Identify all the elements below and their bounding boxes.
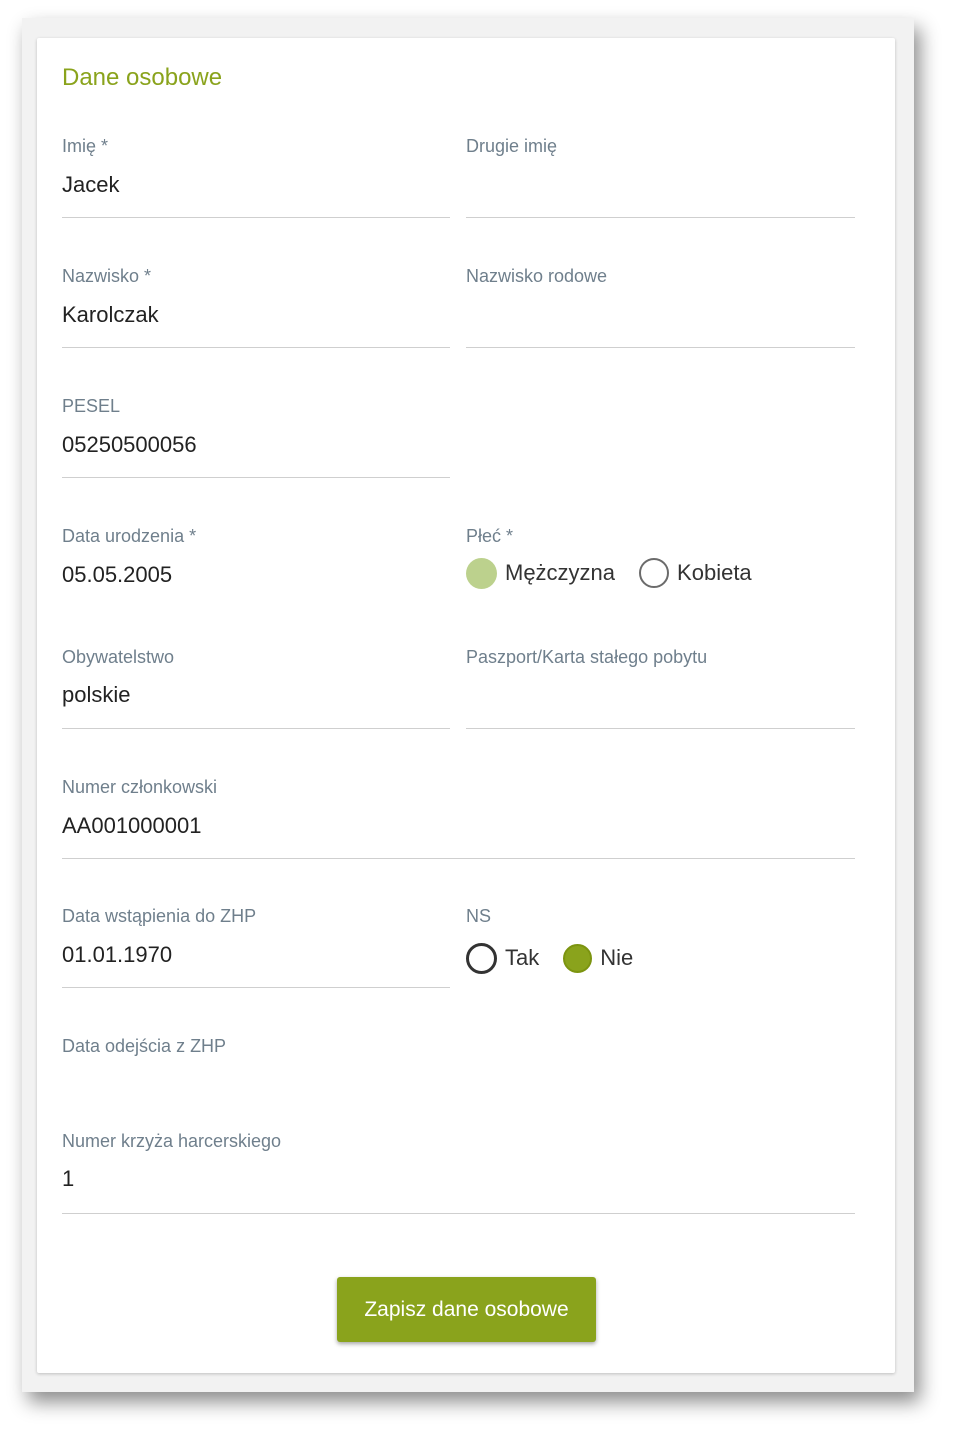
radio-checked-icon[interactable] <box>563 943 593 973</box>
leave-date-label: Data odejścia z ZHP <box>62 1036 227 1056</box>
ns-option-no[interactable]: Nie <box>563 943 633 973</box>
last-name-underline <box>62 347 450 348</box>
ns-option-no-label[interactable]: Nie <box>600 945 633 971</box>
member-number-label: Numer członkowski <box>62 777 218 797</box>
join-date-underline <box>62 987 450 988</box>
last-name-value[interactable]: Karolczak <box>62 302 159 328</box>
gender-option-female[interactable]: Kobieta <box>639 558 752 588</box>
join-date-label: Data wstąpienia do ZHP <box>62 906 257 926</box>
second-name-underline <box>466 217 855 218</box>
radio-checked-icon[interactable] <box>466 557 497 589</box>
pesel-label: PESEL <box>62 396 121 416</box>
passport-label: Paszport/Karta stałego pobytu <box>466 647 708 667</box>
birth-date-value[interactable]: 05.05.2005 <box>62 562 172 588</box>
radio-unchecked-icon[interactable] <box>466 942 497 974</box>
gender-field: Płeć * Mężczyzna Kobieta <box>466 526 855 606</box>
join-date-value[interactable]: 01.01.1970 <box>62 942 172 968</box>
family-name-underline <box>466 347 855 348</box>
first-name-value[interactable]: Jacek <box>62 172 119 198</box>
ns-field: NS Tak Nie <box>466 906 855 986</box>
first-name-underline <box>62 217 450 218</box>
ns-option-yes-label[interactable]: Tak <box>505 945 539 971</box>
gender-label: Płeć * <box>466 526 514 546</box>
personal-data-card: Dane osobowe Imię * Jacek Drugie imię Na… <box>37 38 895 1373</box>
first-name-label: Imię * <box>62 136 109 156</box>
citizenship-underline <box>62 728 450 729</box>
gender-option-male[interactable]: Mężczyzna <box>466 557 615 589</box>
ns-radio-group: Tak Nie <box>466 942 657 974</box>
member-number-value[interactable]: AA001000001 <box>62 813 201 839</box>
cross-number-label: Numer krzyża harcerskiego <box>62 1131 282 1151</box>
gender-option-male-label[interactable]: Mężczyzna <box>505 560 615 586</box>
save-personal-data-button[interactable]: Zapisz dane osobowe <box>337 1277 596 1342</box>
ns-option-yes[interactable]: Tak <box>466 942 539 974</box>
leave-date-field[interactable]: Data odejścia z ZHP <box>62 1036 855 1096</box>
ns-label: NS <box>466 906 492 926</box>
cross-number-value[interactable]: 1 <box>62 1166 74 1192</box>
radio-unchecked-icon[interactable] <box>639 558 670 588</box>
pesel-value[interactable]: 05250500056 <box>62 432 197 458</box>
birth-date-label: Data urodzenia * <box>62 526 197 546</box>
last-name-label: Nazwisko * <box>62 266 152 286</box>
family-name-label: Nazwisko rodowe <box>466 266 608 286</box>
citizenship-value[interactable]: polskie <box>62 682 130 708</box>
citizenship-label: Obywatelstwo <box>62 647 175 667</box>
section-title: Dane osobowe <box>62 64 223 91</box>
member-number-underline <box>62 858 855 859</box>
second-name-label: Drugie imię <box>466 136 558 156</box>
gender-radio-group: Mężczyzna Kobieta <box>466 557 776 589</box>
passport-underline <box>466 728 855 729</box>
pesel-underline <box>62 477 450 478</box>
cross-number-underline <box>62 1213 855 1214</box>
gender-option-female-label[interactable]: Kobieta <box>677 560 752 586</box>
